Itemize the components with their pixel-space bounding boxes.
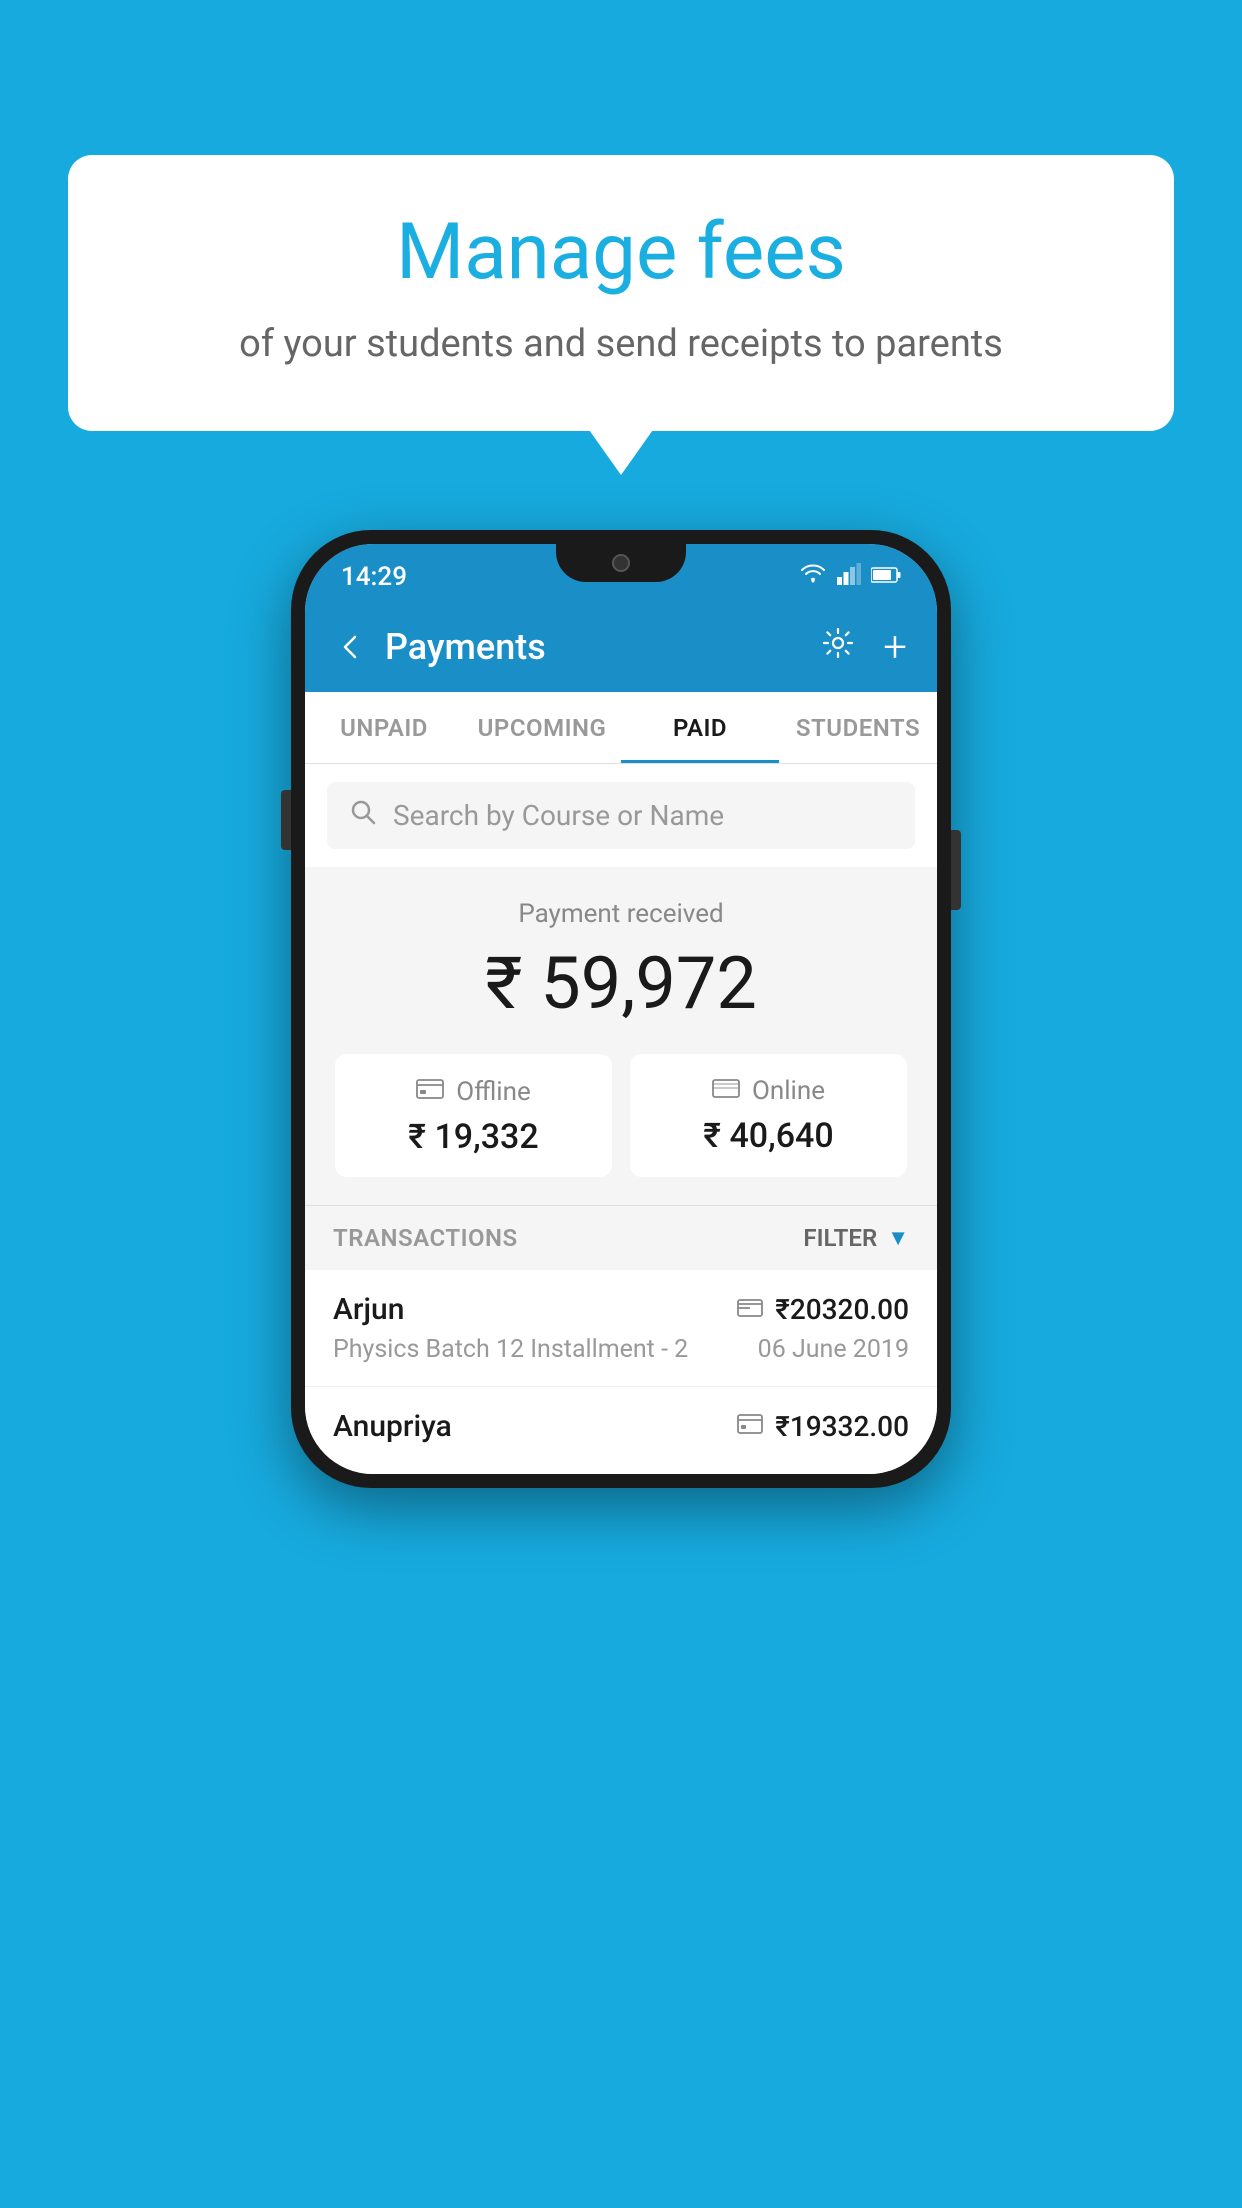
transaction-row[interactable]: Arjun ₹20320.00 Physics Batch 12 Install… [305,1270,937,1387]
payment-summary: Payment received ₹ 59,972 [305,867,937,1205]
status-time: 14:29 [341,562,407,592]
cash-payment-icon [737,1413,763,1441]
offline-icon [416,1076,444,1107]
transaction-bottom: Physics Batch 12 Installment - 2 06 June… [333,1335,909,1364]
payment-received-label: Payment received [335,899,907,929]
transaction-top: Arjun ₹20320.00 [333,1292,909,1327]
bubble-subtitle: of your students and send receipts to pa… [128,318,1114,371]
transaction-top: Anupriya ₹19332.00 [333,1409,909,1444]
transactions-header: TRANSACTIONS FILTER ▼ [305,1205,937,1270]
transactions-label: TRANSACTIONS [333,1224,518,1252]
offline-amount: ₹ 19,332 [355,1117,592,1157]
signal-icon [837,563,861,591]
online-amount: ₹ 40,640 [650,1116,887,1156]
payment-cards: Offline ₹ 19,332 Online [335,1054,907,1177]
card-payment-icon [737,1296,763,1324]
transaction-amount: ₹19332.00 [775,1410,909,1443]
tab-upcoming[interactable]: UPCOMING [463,692,621,763]
header-actions: + [821,623,907,672]
transaction-date: 06 June 2019 [758,1335,909,1364]
speech-bubble-container: Manage fees of your students and send re… [68,155,1174,431]
wifi-icon [799,563,827,591]
bubble-title: Manage fees [128,210,1114,296]
add-icon[interactable]: + [883,623,907,672]
filter-button[interactable]: FILTER ▼ [803,1224,909,1252]
transaction-name: Anupriya [333,1409,452,1444]
online-card-header: Online [650,1076,887,1106]
filter-label: FILTER [803,1224,877,1252]
phone-notch [556,544,686,582]
offline-card-header: Offline [355,1076,592,1107]
search-bar[interactable]: Search by Course or Name [327,782,915,849]
transaction-desc: Physics Batch 12 Installment - 2 [333,1335,688,1364]
tab-paid[interactable]: PAID [621,692,779,763]
status-icons [799,563,901,591]
search-container: Search by Course or Name [305,764,937,867]
search-icon [349,798,377,833]
phone-outer: 14:29 [291,530,951,1488]
payment-total: ₹ 59,972 [335,941,907,1026]
tab-students[interactable]: STUDENTS [779,692,937,763]
tabs-bar: UNPAID UPCOMING PAID STUDENTS [305,692,937,764]
online-label: Online [752,1076,825,1106]
app-header: Payments + [305,602,937,692]
transaction-amount-wrap: ₹20320.00 [737,1293,909,1326]
search-placeholder: Search by Course or Name [393,799,724,832]
settings-icon[interactable] [821,626,855,669]
page-title: Payments [385,626,801,668]
filter-icon: ▼ [887,1225,909,1251]
offline-card: Offline ₹ 19,332 [335,1054,612,1177]
phone-mockup: 14:29 [291,530,951,1488]
online-icon [712,1076,740,1106]
camera-dot [612,554,630,572]
transaction-name: Arjun [333,1292,404,1327]
transaction-row[interactable]: Anupriya ₹19332.00 [305,1387,937,1474]
tab-unpaid[interactable]: UNPAID [305,692,463,763]
battery-icon [871,565,901,590]
offline-label: Offline [456,1077,531,1107]
online-card: Online ₹ 40,640 [630,1054,907,1177]
speech-bubble: Manage fees of your students and send re… [68,155,1174,431]
transaction-amount-wrap: ₹19332.00 [737,1410,909,1443]
back-button[interactable] [335,632,365,662]
transaction-amount: ₹20320.00 [775,1293,909,1326]
phone-screen: 14:29 [305,544,937,1474]
